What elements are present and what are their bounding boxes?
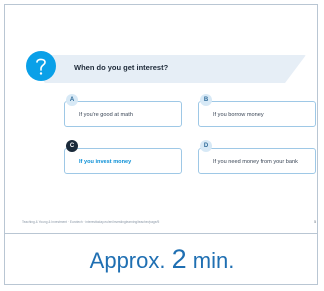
question-text: When do you get interest? [74, 63, 169, 72]
option-c-badge: C [66, 140, 78, 152]
divider [5, 233, 317, 234]
page-number: 5 [314, 219, 317, 224]
duration-unit: min. [192, 248, 235, 273]
option-b[interactable]: If you borrow money [198, 101, 316, 127]
option-b-label: If you borrow money [213, 112, 264, 118]
duration-value: 2 [171, 244, 187, 274]
duration-label: Approx. 2 min. [0, 244, 324, 275]
quiz-slide: When do you get interest? If you're good… [14, 13, 316, 229]
option-d-badge: D [200, 140, 212, 152]
option-a-label: If you're good at math [79, 112, 133, 118]
option-d-label: If you need money from your bank [213, 159, 298, 165]
option-d[interactable]: If you need money from your bank [198, 148, 316, 174]
option-c[interactable]: If you invest money [64, 148, 182, 174]
duration-prefix: Approx. [89, 248, 166, 273]
option-a[interactable]: If you're good at math [64, 101, 182, 127]
option-b-badge: B [200, 94, 212, 106]
question-mark-icon [26, 51, 56, 81]
option-a-badge: A [66, 94, 78, 106]
option-c-label: If you invest money [79, 159, 132, 165]
slide-footer: Teaching & Young & Investment · Eurotech… [22, 220, 160, 224]
